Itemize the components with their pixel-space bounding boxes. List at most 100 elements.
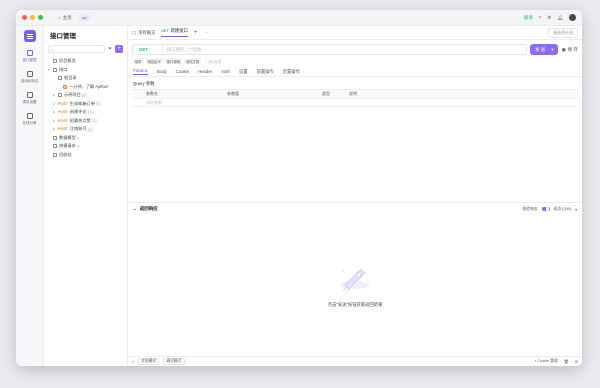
tree-label: 快捷请求 <box>59 143 76 149</box>
chevron-right-icon: ▸ <box>77 135 80 140</box>
table-row[interactable]: 添加参数 <box>132 98 578 107</box>
validate-toggle[interactable] <box>541 206 550 212</box>
tag-chip[interactable]: 测试文档 <box>183 58 202 64</box>
tag-chip[interactable]: 响应定义 <box>145 58 163 64</box>
environment-select[interactable]: 请选择环境 <box>548 27 578 38</box>
tree-label: 一分钟，了解 Apifox！ <box>69 83 112 89</box>
tree-item-api[interactable]: ▸ POST 招募热点赞 (1) <box>48 117 123 126</box>
chevron-right-icon: ▸ <box>53 110 55 115</box>
column-header: 说明 <box>349 91 357 96</box>
chevron-right-icon: ▸ <box>53 93 55 98</box>
tab-params[interactable]: Params <box>133 68 148 75</box>
bell-icon[interactable]: 🔔︎ <box>557 15 563 21</box>
tree-label: 生成邮箱订单 <box>69 100 95 106</box>
avatar[interactable] <box>569 14 576 21</box>
trash-icon[interactable]: 🗑︎ <box>564 359 569 364</box>
response-panel: ⌄ 返回响应 校验响应 成功 (200) ▾ 点击"发送"按钮获取返回结果 <box>128 202 582 356</box>
close-window-button[interactable] <box>22 15 27 20</box>
project-tab[interactable]: api <box>77 14 92 21</box>
nav-share[interactable]: 在线分享 <box>17 113 43 126</box>
tree-label: 回收站 <box>59 151 72 157</box>
nav-api-management[interactable]: 接口管理 <box>17 50 43 63</box>
debug-mode-button[interactable]: 调试模式 <box>163 358 185 365</box>
chevron-down-icon: ▾ <box>48 67 50 72</box>
collapse-icon[interactable]: « <box>132 360 134 364</box>
chevron-right-icon: ▸ <box>53 101 55 106</box>
tree-item-trash[interactable]: 回收站 <box>48 151 123 160</box>
tab-header[interactable]: Header <box>198 69 212 74</box>
add-button[interactable]: + <box>115 45 123 53</box>
tab-body[interactable]: Body <box>157 69 167 74</box>
nav-auto-test[interactable]: 自动化测试 <box>17 71 43 84</box>
settings-icon[interactable]: ⚙ <box>575 359 578 364</box>
tree-label: 接口 <box>59 66 68 72</box>
tab-post-actions[interactable]: 后置操作 <box>283 69 300 75</box>
overview-icon <box>53 59 57 64</box>
search-input[interactable]: ⌕ <box>48 45 105 53</box>
method-select[interactable]: GET <box>133 45 163 54</box>
empty-state-text: 点击"发送"按钮获取返回结果 <box>327 302 383 307</box>
chevron-down-icon[interactable]: ▾ <box>575 207 577 212</box>
tree-item-overview[interactable]: 项目概览 <box>48 57 123 66</box>
tree-item-sample-project[interactable]: ▸ 示例项目 (4) <box>48 91 123 100</box>
tree-item-api[interactable]: ▸ POST 创建评论 (1) <box>48 108 123 117</box>
tag-chip[interactable]: 填本 <box>133 58 144 64</box>
more-icon[interactable]: ··· <box>203 30 207 35</box>
tree-item-root[interactable]: 根目录 <box>48 74 123 83</box>
validate-label: 校验响应 <box>522 206 538 211</box>
app-logo <box>23 30 36 42</box>
tag-chips: 填本 响应定义 接口说明 测试文档 + 添加标签 <box>128 57 582 67</box>
chevron-right-icon: ▸ <box>53 118 55 123</box>
settings-icon <box>26 92 33 98</box>
invite-button[interactable]: 邀请 <box>524 15 533 21</box>
chevron-down-icon[interactable]: ▾ <box>551 47 553 53</box>
save-label: 保 存 <box>567 46 578 52</box>
status-bar-right: ◔ Cookie 管理 🗑︎ ⚙ <box>534 359 578 364</box>
folder-icon <box>53 67 57 72</box>
send-label: 发 送 <box>534 46 546 52</box>
response-header: ⌄ 返回响应 校验响应 成功 (200) ▾ <box>128 203 582 215</box>
tab-auth[interactable]: Auth <box>221 69 230 74</box>
filter-icon[interactable]: ⏷ <box>108 46 112 52</box>
tab-new-api[interactable]: GET 新建接口 <box>161 28 188 37</box>
tree-label: 招募热点赞 <box>69 117 91 123</box>
tree-item-data-models[interactable]: 数据模型 ▸ <box>48 134 123 143</box>
minimize-window-button[interactable] <box>30 15 35 20</box>
status-bar: « 文档模式 调试模式 ◔ Cookie 管理 🗑︎ ⚙ <box>128 356 582 366</box>
tree-label: 根目录 <box>64 75 77 81</box>
response-title[interactable]: ⌄ 返回响应 <box>133 206 158 212</box>
tag-chip[interactable]: 接口说明 <box>164 58 182 64</box>
nav-label: 接口管理 <box>22 58 37 62</box>
tree-item-quick-requests[interactable]: 快捷请求 ▸ <box>48 142 123 151</box>
chevron-right-icon: ▸ <box>53 127 55 132</box>
url-input[interactable]: GET 接口路径，"/"起始 <box>132 44 527 55</box>
tree-item-api[interactable]: ▸ POST 生成邮箱订单 (1) <box>48 100 123 109</box>
tree-item-api[interactable]: ▸ POST 注销账号 (1) <box>48 125 123 134</box>
folder-icon <box>58 76 62 81</box>
chevron-right-icon: ▸ <box>77 144 80 149</box>
tree-item-apis[interactable]: ▾ 接口 <box>48 66 123 75</box>
help-icon[interactable]: ? <box>539 15 542 20</box>
tab-pre-actions[interactable]: 前置操作 <box>257 69 274 75</box>
status-select[interactable]: 成功 (200) <box>554 207 572 212</box>
tab-project-overview[interactable]: ▢ 项目概览 <box>132 30 155 36</box>
cookie-manager-button[interactable]: ◔ Cookie 管理 <box>534 359 558 364</box>
nav-project-settings[interactable]: 项目设置 <box>17 92 43 105</box>
rocket-illustration-icon <box>341 268 369 293</box>
tree-count: (1) <box>91 118 97 124</box>
column-header: 类型 <box>322 91 330 96</box>
api-icon <box>26 50 33 56</box>
param-name-input[interactable]: 添加参数 <box>132 100 227 106</box>
tab-settings[interactable]: 设置 <box>239 69 248 75</box>
tree-label: 项目概览 <box>59 58 76 64</box>
maximize-window-button[interactable] <box>38 15 43 20</box>
tree-item-intro-doc[interactable]: 一分钟，了解 Apifox！ <box>48 83 123 92</box>
gear-icon[interactable]: ⚙ <box>547 15 551 21</box>
tab-cookie[interactable]: Cookie <box>176 69 189 74</box>
add-tab-icon[interactable]: + <box>194 30 198 36</box>
home-tab[interactable]: ⌂ 主页 <box>58 15 72 21</box>
send-button[interactable]: 发 送 ▾ <box>529 44 559 55</box>
doc-mode-button[interactable]: 文档模式 <box>138 358 160 365</box>
save-button[interactable]: ▣ 保 存 <box>561 47 578 53</box>
add-tag-button[interactable]: + 添加标签 <box>203 58 223 64</box>
